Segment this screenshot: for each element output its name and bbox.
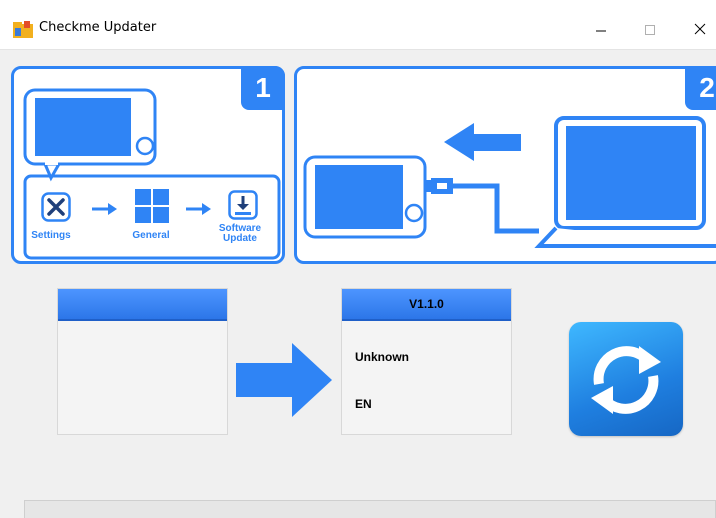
download-icon (228, 190, 258, 220)
general-label: General (132, 230, 170, 241)
minimize-icon (596, 30, 606, 32)
close-icon (694, 23, 706, 35)
version-header: V1.1.0 (342, 289, 511, 321)
refresh-icon (591, 346, 661, 414)
settings-label: Settings (31, 230, 71, 241)
maximize-icon (645, 25, 655, 35)
close-button[interactable] (680, 14, 716, 44)
device-info-box (57, 288, 228, 435)
step2-panel: 2 (294, 66, 716, 264)
update-info-box: V1.1.0 Unknown EN (341, 288, 512, 435)
software-update-label: Software Update (209, 224, 271, 244)
maximize-button[interactable] (630, 14, 670, 44)
windows-grid-icon (135, 189, 169, 223)
wrench-screwdriver-icon (41, 192, 71, 222)
window-title: Checkme Updater (39, 20, 157, 35)
update-info-line1: Unknown (355, 350, 409, 364)
app-folder-icon (13, 21, 33, 38)
title-bar: Checkme Updater (0, 0, 716, 50)
refresh-button[interactable] (569, 322, 683, 436)
software-update-label-line2: Update (223, 233, 257, 244)
step1-panel: 1 Settings General Software Update (11, 66, 285, 264)
device-icon (303, 116, 716, 248)
device-info-header (58, 289, 227, 321)
arrow-right-icon (236, 343, 332, 417)
minimize-button[interactable] (581, 14, 621, 44)
status-bar (24, 500, 716, 518)
update-info-line2: EN (355, 397, 372, 411)
